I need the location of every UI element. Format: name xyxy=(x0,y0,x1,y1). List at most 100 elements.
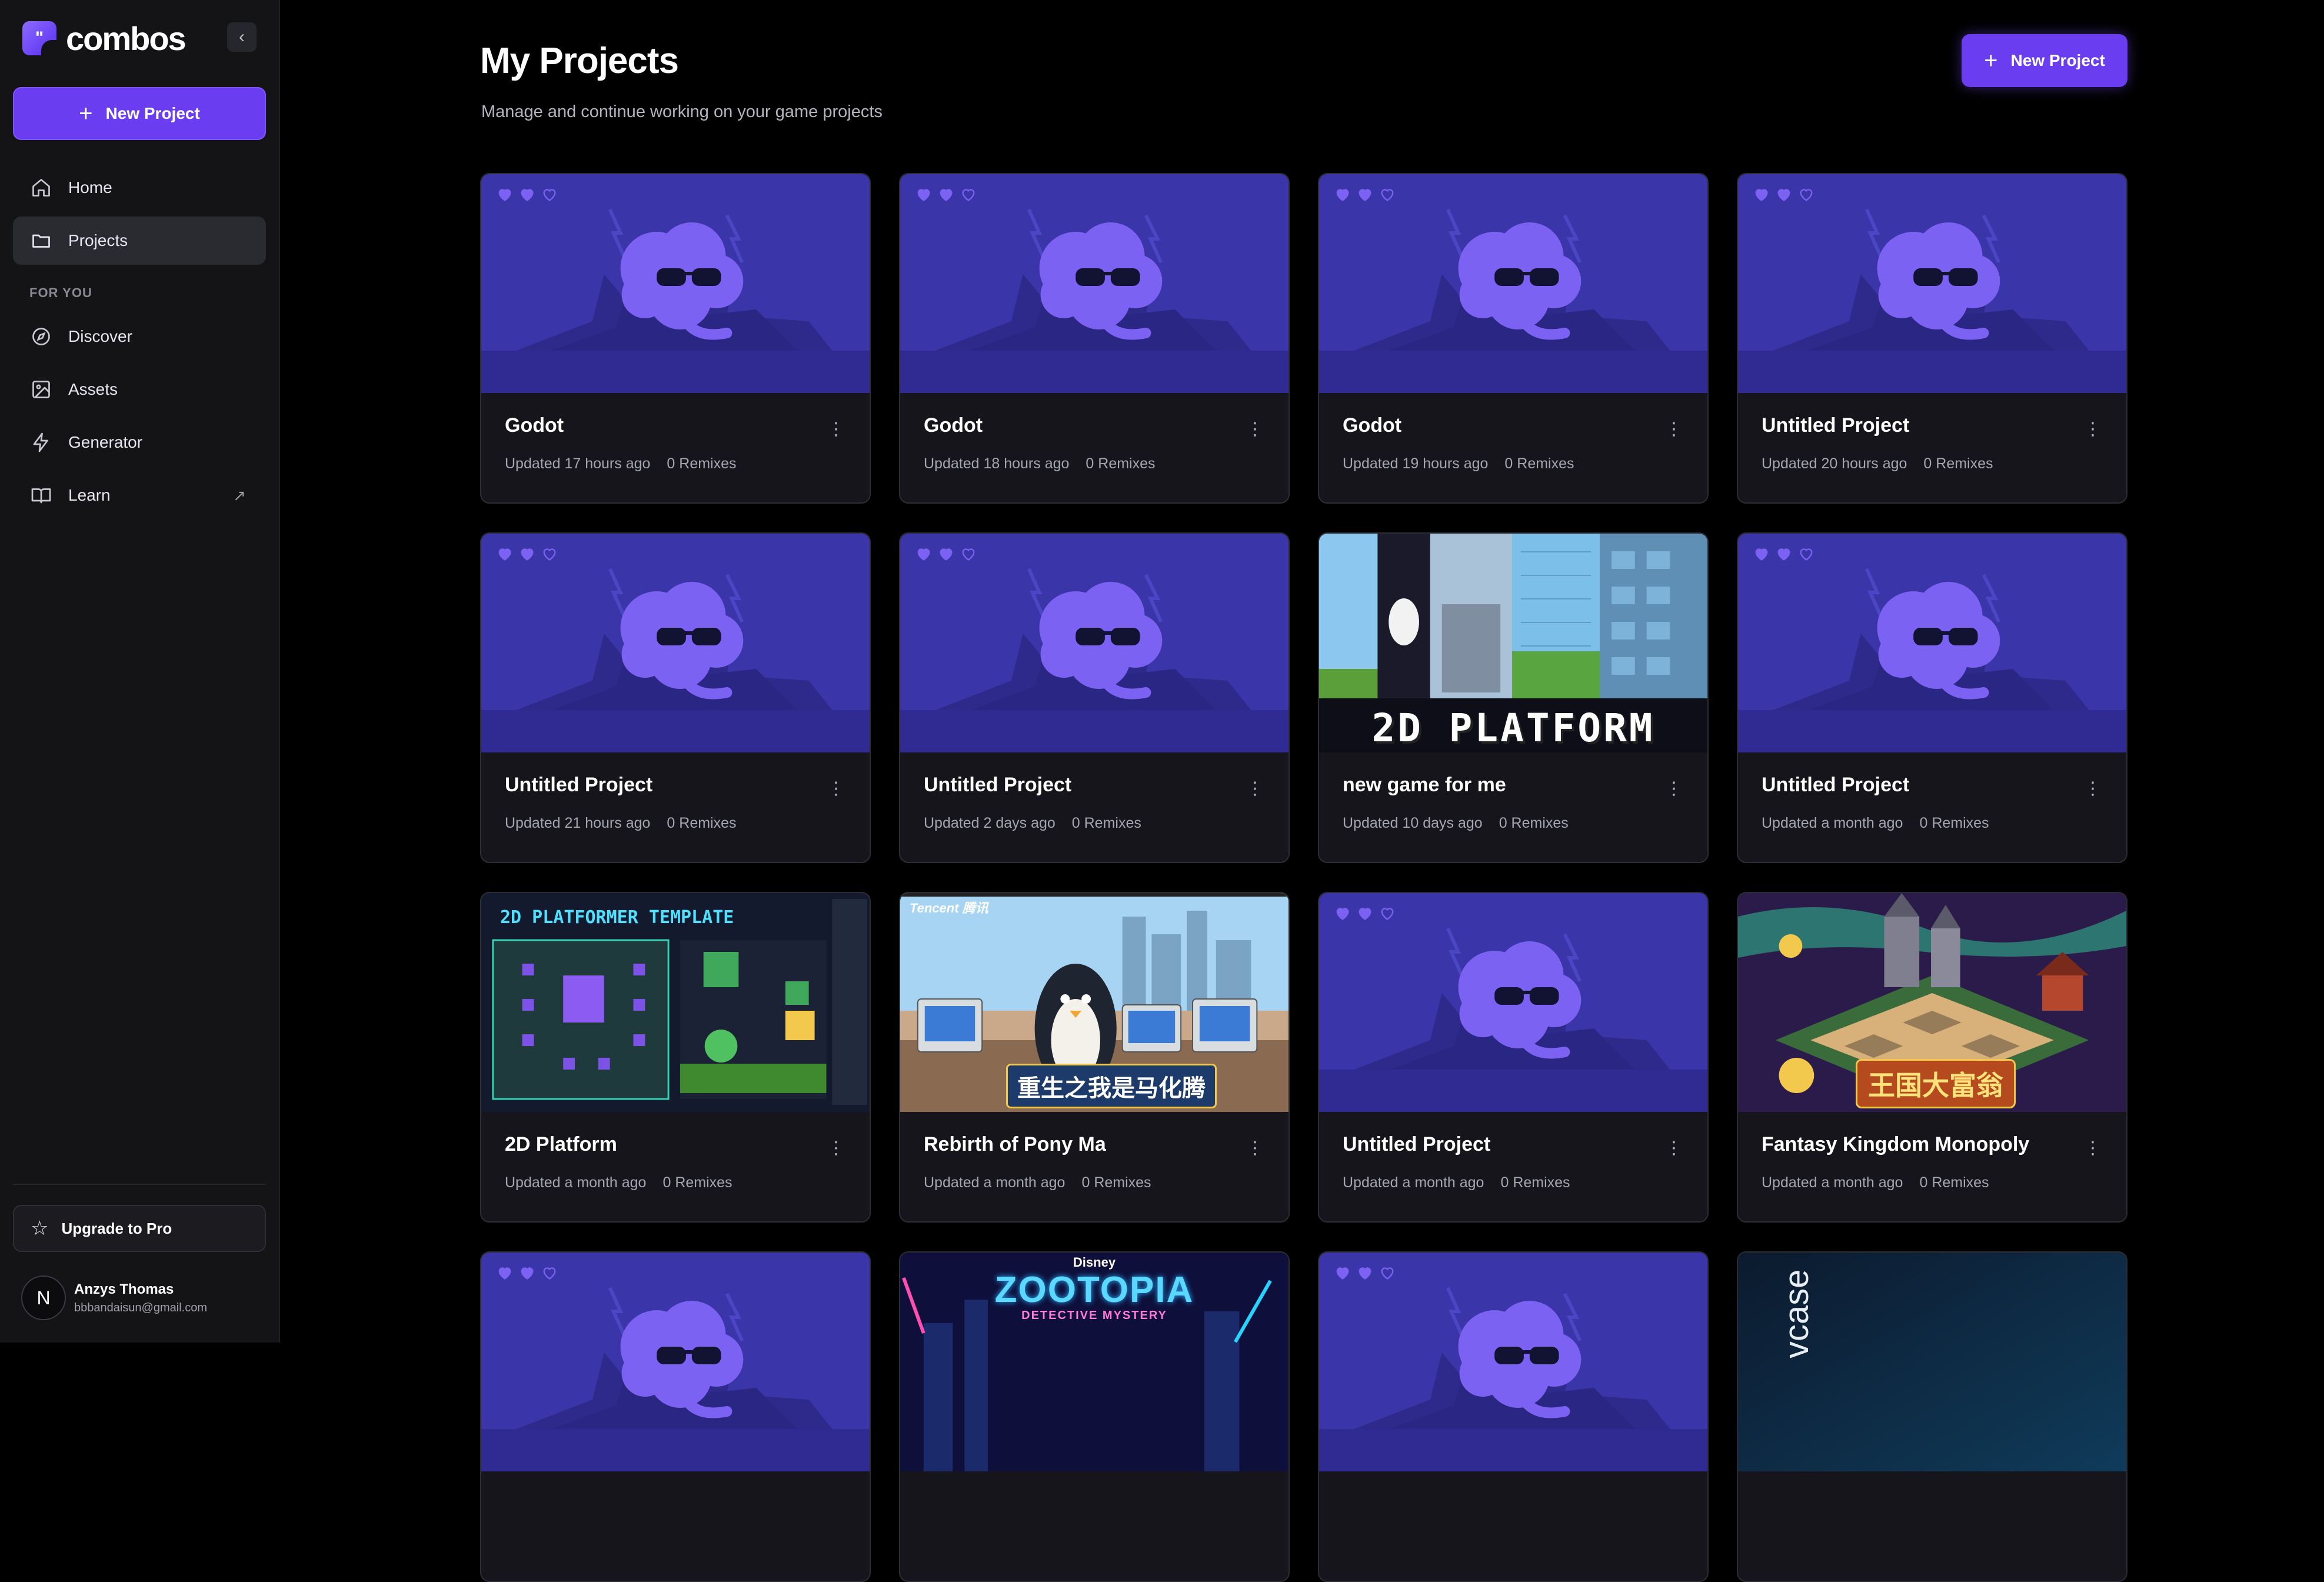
project-updated: Updated 20 hours ago xyxy=(1762,455,1907,472)
project-thumbnail[interactable]: 2D PLATFORM xyxy=(1319,534,1707,752)
heart-icon xyxy=(917,548,930,561)
project-thumbnail[interactable] xyxy=(481,174,870,393)
project-thumbnail[interactable] xyxy=(481,534,870,752)
project-thumbnail[interactable]: Disney ZOOTOPIA DETECTIVE MYSTERY xyxy=(900,1253,1288,1471)
more-options-icon[interactable]: ⋮ xyxy=(1246,1137,1264,1160)
project-card[interactable]: Untitled Project Updated a month ago 0 Rem… xyxy=(1737,532,2127,863)
collapse-sidebar-button[interactable]: ‹ xyxy=(227,22,257,52)
project-thumbnail[interactable] xyxy=(1738,534,2126,752)
project-thumbnail[interactable] xyxy=(1319,1253,1707,1471)
project-thumbnail[interactable]: 王国大富翁 xyxy=(1738,893,2126,1112)
project-title: 2D Platform xyxy=(505,1133,617,1155)
project-meta xyxy=(505,1534,521,1551)
thumbnail-badge: Tencent 腾讯 xyxy=(910,901,988,915)
project-thumbnail[interactable] xyxy=(900,534,1288,752)
more-options-icon[interactable]: ⋮ xyxy=(1665,1137,1683,1160)
project-card[interactable]: Godot Updated 17 hours ago 0 Remixes ⋮ xyxy=(480,173,871,504)
heart-icon xyxy=(1359,189,1371,201)
book-icon xyxy=(29,484,53,507)
more-options-icon[interactable]: ⋮ xyxy=(827,777,845,801)
project-title: Untitled Project xyxy=(924,774,1072,796)
project-meta xyxy=(1343,1534,1359,1551)
heart-icon xyxy=(1777,189,1790,201)
sidebar-item-generator[interactable]: Generator xyxy=(13,418,266,467)
heart-icon xyxy=(543,189,556,201)
image-icon xyxy=(29,378,53,401)
likes-indicator xyxy=(1334,186,1396,202)
more-options-icon[interactable]: ⋮ xyxy=(1246,418,1264,441)
project-updated: Updated a month ago xyxy=(1762,1174,1903,1191)
more-options-icon[interactable]: ⋮ xyxy=(827,418,845,441)
user-profile[interactable]: N Anzys Thomas bbbandaisun@gmail.com xyxy=(21,1275,207,1320)
more-options-icon[interactable]: ⋮ xyxy=(1246,777,1264,801)
heart-icon xyxy=(940,189,953,201)
sidebar-item-label: Learn xyxy=(68,486,111,504)
project-card[interactable]: Godot Updated 19 hours ago 0 Remixes ⋮ xyxy=(1318,173,1709,504)
page-title: My Projects xyxy=(480,41,679,81)
project-meta: Updated 17 hours ago 0 Remixes xyxy=(505,455,737,472)
project-card[interactable]: vcase xyxy=(1737,1251,2127,1582)
heart-icon xyxy=(1381,1267,1394,1280)
project-meta: Updated 20 hours ago 0 Remixes xyxy=(1762,455,1993,472)
project-updated: Updated a month ago xyxy=(1762,815,1903,831)
more-options-icon[interactable]: ⋮ xyxy=(1665,777,1683,801)
project-thumbnail[interactable] xyxy=(1319,893,1707,1112)
project-card[interactable] xyxy=(480,1251,871,1582)
project-card[interactable]: Untitled Project Updated 21 hours ago 0 Re… xyxy=(480,532,871,863)
header-new-project-label: New Project xyxy=(2010,51,2105,69)
brand-logo[interactable]: " combos xyxy=(22,18,187,59)
project-updated: Updated 18 hours ago xyxy=(924,455,1070,472)
project-updated: Updated 21 hours ago xyxy=(505,815,651,831)
project-title: Untitled Project xyxy=(1343,1133,1491,1155)
heart-icon xyxy=(1336,1267,1349,1280)
more-options-icon[interactable]: ⋮ xyxy=(1665,418,1683,441)
header-new-project-button[interactable]: + New Project xyxy=(1962,34,2127,87)
project-thumbnail[interactable]: vcase xyxy=(1738,1253,2126,1471)
heart-icon xyxy=(962,189,975,201)
upgrade-to-pro-button[interactable]: ☆ Upgrade to Pro xyxy=(13,1205,266,1252)
project-card[interactable]: Untitled Project Updated 20 hours ago 0 Re… xyxy=(1737,173,2127,504)
project-meta: Updated 10 days ago 0 Remixes xyxy=(1343,815,1569,832)
sidebar-item-discover[interactable]: Discover xyxy=(13,312,266,361)
project-updated: Updated 19 hours ago xyxy=(1343,455,1489,472)
sidebar-item-learn[interactable]: Learn ↗ xyxy=(13,471,266,519)
project-card[interactable]: Disney ZOOTOPIA DETECTIVE MYSTERY xyxy=(899,1251,1290,1582)
thumbnail-caption: 2D PLATFORM xyxy=(1371,705,1655,751)
project-thumbnail[interactable] xyxy=(481,1253,870,1471)
project-remixes: 0 Remixes xyxy=(1504,455,1574,472)
heart-icon xyxy=(1359,908,1371,920)
project-card[interactable]: Tencent 腾讯 重生之我是马化腾 Rebirth of Pony Ma Upda… xyxy=(899,892,1290,1223)
more-options-icon[interactable]: ⋮ xyxy=(2084,418,2102,441)
thumbnail-caption: 重生之我是马化腾 xyxy=(1006,1064,1217,1108)
more-options-icon[interactable]: ⋮ xyxy=(2084,777,2102,801)
sidebar-item-projects[interactable]: Projects xyxy=(13,217,266,265)
project-thumbnail[interactable]: 2D PLATFORMER TEMPLATE xyxy=(481,893,870,1112)
project-card[interactable]: Godot Updated 18 hours ago 0 Remixes ⋮ xyxy=(899,173,1290,504)
project-title: new game for me xyxy=(1343,774,1506,796)
likes-indicator xyxy=(1753,545,1814,562)
project-card[interactable]: 2D PLATFORM new game for me Updated 10 day… xyxy=(1318,532,1709,863)
sidebar-item-home[interactable]: Home xyxy=(13,164,266,212)
project-updated: Updated a month ago xyxy=(505,1174,647,1191)
project-card[interactable] xyxy=(1318,1251,1709,1582)
project-card[interactable]: Untitled Project Updated 2 days ago 0 Remi… xyxy=(899,532,1290,863)
project-meta: Updated a month ago 0 Remixes xyxy=(1762,1174,1989,1191)
project-thumbnail[interactable] xyxy=(1738,174,2126,393)
sidebar-new-project-button[interactable]: + New Project xyxy=(13,87,266,140)
heart-icon xyxy=(1381,189,1394,201)
thumbnail-caption: ZOOTOPIA xyxy=(994,1270,1194,1310)
project-remixes: 0 Remixes xyxy=(1086,455,1156,472)
project-thumbnail[interactable] xyxy=(900,174,1288,393)
project-title: Rebirth of Pony Ma xyxy=(924,1133,1106,1155)
project-card[interactable]: 王国大富翁 Fantasy Kingdom Monopoly Updated a m… xyxy=(1737,892,2127,1223)
project-meta: Updated 18 hours ago 0 Remixes xyxy=(924,455,1156,472)
sidebar-item-assets[interactable]: Assets xyxy=(13,365,266,414)
project-card[interactable]: Untitled Project Updated a month ago 0 Rem… xyxy=(1318,892,1709,1223)
more-options-icon[interactable]: ⋮ xyxy=(827,1137,845,1160)
project-thumbnail[interactable] xyxy=(1319,174,1707,393)
thumbnail-caption: 王国大富翁 xyxy=(1856,1059,2016,1108)
project-remixes: 0 Remixes xyxy=(1499,815,1569,831)
project-thumbnail[interactable]: Tencent 腾讯重生之我是马化腾 xyxy=(900,893,1288,1112)
project-card[interactable]: 2D PLATFORMER TEMPLATE 2D Platform Updated… xyxy=(480,892,871,1223)
more-options-icon[interactable]: ⋮ xyxy=(2084,1137,2102,1160)
